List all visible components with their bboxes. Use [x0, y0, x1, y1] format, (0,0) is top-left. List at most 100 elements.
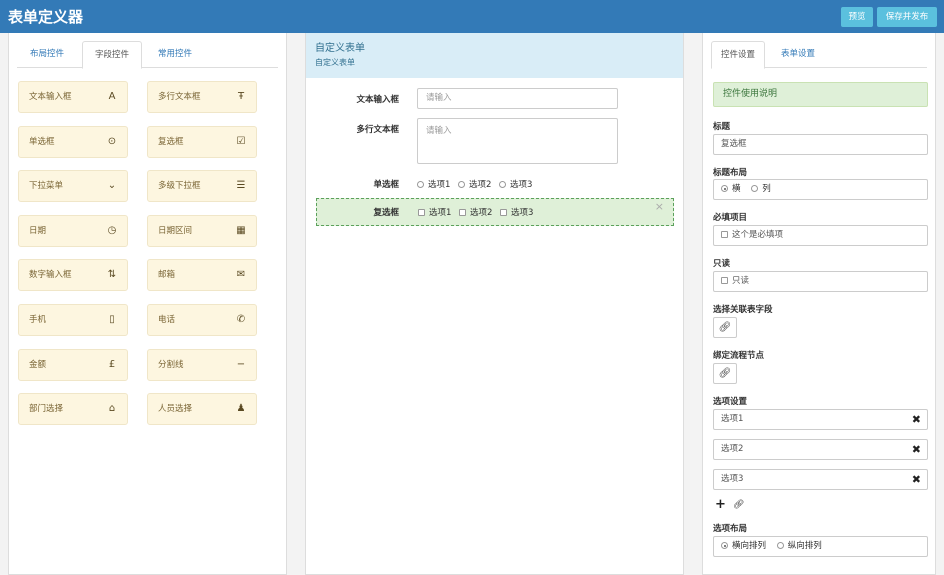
options-layout-group: 横向排列 纵向排列 — [713, 536, 928, 557]
control-item[interactable]: 金额 £ — [18, 348, 128, 381]
text-field-label: 文本输入框 — [356, 95, 399, 105]
options-layout-horizontal[interactable]: 横向排列 — [721, 541, 766, 551]
control-item[interactable]: 单选框 ⊙ — [18, 125, 128, 158]
preview-button[interactable]: 预览 — [841, 7, 873, 27]
control-item[interactable]: 多行文本框 Ŧ — [147, 81, 257, 113]
control-item-label: 手机 — [29, 315, 47, 325]
checkbox-icon — [721, 277, 728, 284]
checkbox-icon — [500, 209, 507, 216]
form-canvas: 自定义表单 自定义表单 文本输入框 请输入 多行文本框 请输入 单选框 选项1 … — [305, 33, 684, 575]
radio-icon: ⊙ — [107, 135, 117, 147]
radio-option[interactable]: 选项3 — [499, 178, 532, 190]
radio-field-label: 单选框 — [373, 180, 399, 190]
option-row[interactable]: 选项2 ✖ — [713, 439, 928, 460]
checkbox-icon — [459, 209, 466, 216]
batch-link-icon[interactable]: 🔗︎ — [733, 500, 744, 510]
form-subtitle: 自定义表单 — [315, 58, 355, 67]
control-item[interactable]: 日期 ◷ — [18, 214, 128, 247]
app-header: 表单定义器 预览 保存并发布 — [0, 0, 944, 33]
control-item[interactable]: 下拉菜单 ⌄ — [18, 170, 128, 203]
control-item[interactable]: 分割线 − — [147, 348, 257, 381]
tab-control-settings[interactable]: 控件设置 — [711, 41, 765, 69]
help-alert[interactable]: 控件使用说明 — [713, 82, 928, 107]
radio-icon — [721, 542, 728, 549]
link-field-button[interactable]: 🔗︎ — [713, 317, 737, 338]
control-item[interactable]: 文本输入框 A — [18, 81, 128, 113]
checkbox-field-label: 复选框 — [373, 208, 399, 218]
control-item[interactable]: 日期区间 ▦ — [147, 214, 257, 247]
textarea-input[interactable]: 请输入 — [417, 118, 618, 164]
title-layout-horizontal[interactable]: 横 — [721, 184, 741, 194]
radio-icon — [776, 542, 784, 549]
options-layout-label: 选项布局 — [713, 524, 748, 534]
add-option-plus-icon[interactable]: + — [715, 497, 726, 512]
control-item-label: 邮箱 — [158, 270, 176, 281]
bind-node-button[interactable]: 🔗︎ — [713, 363, 737, 384]
option-row[interactable]: 选项1 ✖ — [713, 409, 928, 430]
control-item[interactable]: 复选框 ☑ — [147, 125, 257, 158]
control-item-label: 单选框 — [29, 136, 55, 147]
remove-option-icon[interactable]: ✖ — [912, 410, 921, 429]
checkbox-option[interactable]: 选项3 — [500, 206, 533, 218]
title-layout-column[interactable]: 列 — [751, 184, 771, 194]
control-item-label: 文本输入框 — [29, 92, 72, 102]
form-title: 自定义表单 — [315, 43, 365, 54]
textarea-label: 多行文本框 — [356, 125, 399, 135]
control-item[interactable]: 多级下拉框 ☰ — [147, 170, 257, 203]
checkbox-option[interactable]: 选项1 — [418, 206, 451, 218]
control-item-label: 数字输入框 — [29, 270, 72, 281]
properties-tabs: 控件设置 表单设置 — [711, 41, 927, 69]
radio-icon — [417, 181, 424, 188]
control-item[interactable]: 电话 ✆ — [147, 304, 257, 336]
control-item-label: 人员选择 — [158, 404, 193, 415]
tab-field-controls[interactable]: 字段控件 — [82, 41, 142, 69]
checkbox-icon — [721, 231, 728, 238]
remove-option-icon[interactable]: ✖ — [912, 470, 921, 489]
control-item-label: 电话 — [158, 315, 176, 325]
options-layout-vertical[interactable]: 纵向排列 — [776, 541, 822, 551]
remove-field-close-icon[interactable]: × — [655, 200, 664, 213]
checkbox-option[interactable]: 选项2 — [459, 206, 492, 218]
envelope-icon: ✉ — [236, 269, 246, 281]
radio-icon — [499, 181, 506, 188]
control-item-label: 多级下拉框 — [158, 181, 201, 192]
readonly-label: 只读 — [713, 259, 731, 269]
controls-tabs: 布局控件 字段控件 常用控件 — [17, 41, 278, 69]
control-item[interactable]: 邮箱 ✉ — [147, 259, 257, 292]
minus-icon: − — [236, 358, 246, 370]
link-icon: 🔗︎ — [718, 322, 732, 333]
title-input[interactable]: 复选框 — [713, 134, 928, 155]
title-label: 标题 — [713, 122, 731, 132]
control-item-label: 复选框 — [158, 136, 184, 147]
save-publish-button[interactable]: 保存并发布 — [877, 7, 937, 27]
properties-panel: 控件设置 表单设置 控件使用说明 标题 复选框 标题布局 横 列 必填项目 这个… — [702, 33, 936, 575]
chevron-down-icon: ⌄ — [107, 180, 117, 192]
radio-option[interactable]: 选项2 — [458, 178, 491, 190]
readonly-checkbox[interactable]: 只读 — [713, 271, 928, 292]
control-item[interactable]: 人员选择 ♟ — [147, 393, 257, 426]
list-icon: ☰ — [236, 180, 246, 192]
form-header: 自定义表单 自定义表单 — [306, 33, 683, 78]
option-row[interactable]: 选项3 ✖ — [713, 469, 928, 490]
tab-form-settings[interactable]: 表单设置 — [771, 41, 825, 68]
text-a-icon: A — [108, 91, 116, 102]
radio-icon — [751, 185, 759, 192]
control-item-label: 日期 — [29, 225, 47, 236]
control-item[interactable]: 手机 ▯ — [18, 304, 128, 336]
remove-option-icon[interactable]: ✖ — [912, 440, 921, 459]
phone-icon: ✆ — [236, 314, 246, 325]
pound-icon: £ — [108, 358, 116, 370]
control-item-label: 部门选择 — [29, 404, 64, 415]
tab-layout-controls[interactable]: 布局控件 — [17, 41, 77, 68]
control-item[interactable]: 部门选择 ⌂ — [18, 393, 128, 426]
control-item[interactable]: 数字输入框 ⇅ — [18, 259, 128, 292]
link-field-label: 选择关联表字段 — [713, 305, 773, 315]
text-field-input[interactable]: 请输入 — [417, 88, 618, 109]
selected-checkbox-field[interactable]: 复选框 选项1 选项2 选项3 × — [316, 198, 674, 226]
tab-common-controls[interactable]: 常用控件 — [145, 41, 205, 68]
clock-icon: ◷ — [107, 224, 117, 236]
sort-number-icon: ⇅ — [107, 269, 117, 281]
radio-option[interactable]: 选项1 — [417, 178, 450, 190]
required-checkbox[interactable]: 这个是必填项 — [713, 225, 928, 246]
home-icon: ⌂ — [108, 403, 116, 415]
